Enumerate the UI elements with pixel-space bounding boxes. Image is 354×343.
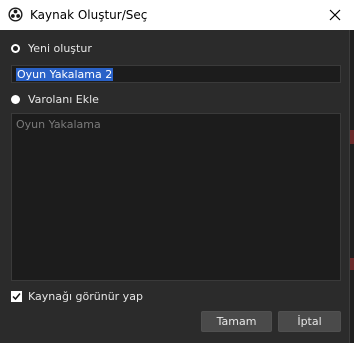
existing-source-radio[interactable] (11, 95, 20, 104)
window-title: Kaynak Oluştur/Seç (30, 8, 148, 22)
ok-button[interactable]: Tamam (201, 311, 272, 332)
checkmark-icon (12, 293, 21, 301)
close-button[interactable] (316, 0, 354, 30)
new-source-radio-row[interactable]: Yeni oluştur (11, 42, 92, 55)
source-name-input[interactable]: Oyun Yakalama 2 (11, 65, 341, 83)
existing-sources-list[interactable]: Oyun Yakalama (11, 113, 341, 281)
list-item[interactable]: Oyun Yakalama (12, 114, 340, 135)
visible-checkbox-label: Kaynağı görünür yap (28, 290, 143, 303)
existing-source-radio-row[interactable]: Varolanı Ekle (11, 93, 99, 106)
visible-checkbox-row[interactable]: Kaynağı görünür yap (11, 290, 143, 303)
cancel-button[interactable]: İptal (278, 311, 341, 332)
edge-marker (350, 130, 354, 144)
close-icon (329, 9, 341, 21)
source-name-value: Oyun Yakalama 2 (16, 67, 114, 81)
visible-checkbox[interactable] (11, 291, 22, 302)
new-source-label: Yeni oluştur (28, 42, 92, 55)
existing-source-label: Varolanı Ekle (28, 93, 99, 106)
new-source-radio[interactable] (11, 44, 20, 53)
background-window-edge (350, 30, 354, 343)
edge-marker (350, 258, 354, 270)
obs-app-icon (8, 7, 23, 22)
title-bar: Kaynak Oluştur/Seç (0, 0, 354, 30)
